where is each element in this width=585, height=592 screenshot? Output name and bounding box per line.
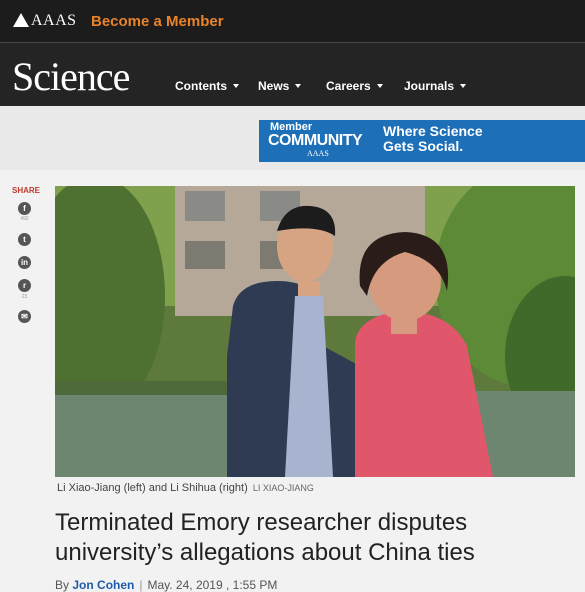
nav-careers[interactable]: Careers <box>326 79 383 93</box>
chevron-down-icon <box>376 84 383 88</box>
chevron-down-icon <box>233 84 239 88</box>
become-member-link[interactable]: Become a Member <box>91 13 224 30</box>
linkedin-icon[interactable]: in <box>18 256 31 269</box>
science-logo[interactable]: Science <box>12 53 130 100</box>
reddit-share-count: 23 <box>21 294 28 300</box>
publish-date: May. 24, 2019 , 1:55 PM <box>147 578 278 592</box>
photo-illustration <box>55 186 575 477</box>
nav-journals[interactable]: Journals <box>404 79 467 93</box>
byline: By Jon Cohen | May. 24, 2019 , 1:55 PM <box>55 578 278 592</box>
article-headline: Terminated Emory researcher disputes uni… <box>55 509 475 566</box>
nav-contents[interactable]: Contents <box>175 79 239 93</box>
ad-aaas-text: AAAS <box>307 149 329 158</box>
reddit-icon[interactable]: r <box>18 279 31 292</box>
ad-community-text: COMMUNITY <box>268 132 363 149</box>
top-bar: AAAS Become a Member <box>0 0 585 42</box>
aaas-triangle-icon <box>13 13 29 27</box>
chevron-down-icon <box>295 84 302 88</box>
byline-separator: | <box>139 578 143 592</box>
main-nav: Science Contents News Careers Journals <box>0 42 585 106</box>
photo-caption: Li Xiao-Jiang (left) and Li Shihua (righ… <box>57 482 314 494</box>
photo-credit: LI XIAO-JIANG <box>252 483 314 493</box>
author-link[interactable]: Jon Cohen <box>72 578 134 592</box>
chevron-down-icon <box>460 84 467 88</box>
article-photo <box>55 186 575 477</box>
twitter-icon[interactable]: t <box>18 233 31 246</box>
facebook-icon[interactable]: f <box>18 202 31 215</box>
facebook-share-count: 492 <box>20 216 29 222</box>
aaas-logo[interactable]: AAAS <box>13 12 77 30</box>
ad-tagline: Where Science Gets Social. <box>383 123 483 154</box>
email-icon[interactable]: ✉ <box>18 310 31 323</box>
nav-news[interactable]: News <box>258 79 302 93</box>
share-label: SHARE <box>12 186 41 195</box>
